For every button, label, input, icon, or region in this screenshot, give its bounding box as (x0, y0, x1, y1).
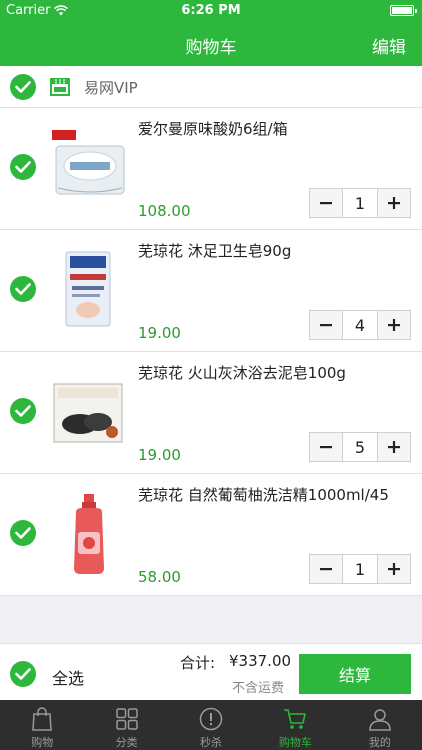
item-name: 爱尔曼原味酸奶6组/箱 (138, 120, 288, 138)
select-all-label[interactable]: 全选 (52, 665, 84, 689)
flash-sale-icon (199, 707, 223, 731)
shipping-note: 不含运费 (232, 681, 285, 696)
volcanic-soap-image (53, 383, 123, 443)
item-price: 19.00 (138, 324, 181, 342)
edit-button[interactable]: 编辑 (372, 33, 406, 58)
minus-icon (320, 324, 332, 327)
checkmark-icon (15, 161, 31, 173)
minus-icon (320, 568, 332, 571)
nav-bar: 购物车 编辑 (0, 22, 422, 66)
plus-icon (388, 563, 400, 575)
item-select-checkbox[interactable] (10, 276, 36, 302)
dish-soap-bottle-image (74, 494, 104, 574)
quantity-stepper: 5 (309, 432, 411, 462)
battery-icon (390, 5, 417, 16)
item-price: 58.00 (138, 568, 181, 586)
quantity-value[interactable]: 1 (342, 555, 378, 583)
item-select-checkbox[interactable] (10, 398, 36, 424)
checkout-button[interactable]: 结算 (299, 654, 411, 694)
tab-flash-sale[interactable]: 秒杀 (169, 700, 253, 750)
shop-icon (50, 78, 70, 96)
quantity-stepper: 4 (309, 310, 411, 340)
tab-cart[interactable]: 购物车 (253, 700, 337, 750)
quantity-value[interactable]: 1 (342, 189, 378, 217)
increase-button[interactable] (378, 311, 410, 339)
increase-button[interactable] (378, 189, 410, 217)
checkmark-icon (15, 527, 31, 539)
total-label: 合计: (180, 654, 216, 672)
item-price: 108.00 (138, 202, 191, 220)
tab-label: 分类 (115, 736, 138, 749)
decrease-button[interactable] (310, 555, 342, 583)
tab-mine[interactable]: 我的 (338, 700, 422, 750)
tab-label: 购物车 (278, 736, 312, 749)
quantity-value[interactable]: 5 (342, 433, 378, 461)
item-name: 芜琼花 火山灰沐浴去泥皂100g (138, 364, 346, 382)
checkout-bar: 全选 合计: ¥337.00 不含运费 结算 (0, 643, 422, 700)
yogurt-box-image (52, 130, 125, 195)
quantity-value[interactable]: 4 (342, 311, 378, 339)
foot-soap-image (65, 251, 111, 327)
cart-item: 芜琼花 沐足卫生皂90g 19.00 4 (0, 230, 422, 352)
select-all-checkbox[interactable] (10, 661, 36, 687)
checkmark-icon (15, 405, 31, 417)
plus-icon (388, 197, 400, 209)
store-header: 易网VIP (0, 66, 422, 108)
tab-label: 我的 (368, 736, 391, 749)
grid-icon (115, 708, 138, 730)
user-icon (369, 709, 391, 731)
cart-icon (284, 709, 307, 729)
plus-icon (388, 319, 400, 331)
increase-button[interactable] (378, 555, 410, 583)
store-select-checkbox[interactable] (10, 74, 36, 100)
item-name: 芜琼花 沐足卫生皂90g (138, 242, 292, 260)
tab-category[interactable]: 分类 (84, 700, 168, 750)
decrease-button[interactable] (310, 433, 342, 461)
shopping-bag-icon (32, 707, 53, 731)
status-time: 6:26 PM (181, 3, 241, 18)
quantity-stepper: 1 (309, 188, 411, 218)
plus-icon (388, 441, 400, 453)
tab-label: 秒杀 (200, 736, 223, 749)
checkmark-icon (15, 668, 31, 680)
status-bar: Carrier 6:26 PM (0, 0, 422, 22)
checkmark-icon (15, 283, 31, 295)
page-title: 购物车 (185, 38, 237, 58)
decrease-button[interactable] (310, 311, 342, 339)
minus-icon (320, 446, 332, 449)
cart-item: 爱尔曼原味酸奶6组/箱 108.00 1 (0, 108, 422, 230)
item-select-checkbox[interactable] (10, 520, 36, 546)
store-name: 易网VIP (84, 79, 138, 97)
decrease-button[interactable] (310, 189, 342, 217)
tab-shopping[interactable]: 购物 (0, 700, 84, 750)
item-select-checkbox[interactable] (10, 154, 36, 180)
tab-label: 购物 (31, 736, 54, 749)
cart-item: 芜琼花 自然葡萄柚洗洁精1000ml/45 58.00 1 (0, 474, 422, 596)
total-value: ¥337.00 (229, 652, 292, 670)
tab-bar: 购物 分类 秒杀 购物车 我的 (0, 700, 422, 750)
increase-button[interactable] (378, 433, 410, 461)
minus-icon (320, 202, 332, 205)
item-price: 19.00 (138, 446, 181, 464)
item-name: 芜琼花 自然葡萄柚洗洁精1000ml/45 (138, 486, 389, 504)
cart-item: 芜琼花 火山灰沐浴去泥皂100g 19.00 5 (0, 352, 422, 474)
checkmark-icon (15, 81, 31, 93)
quantity-stepper: 1 (309, 554, 411, 584)
